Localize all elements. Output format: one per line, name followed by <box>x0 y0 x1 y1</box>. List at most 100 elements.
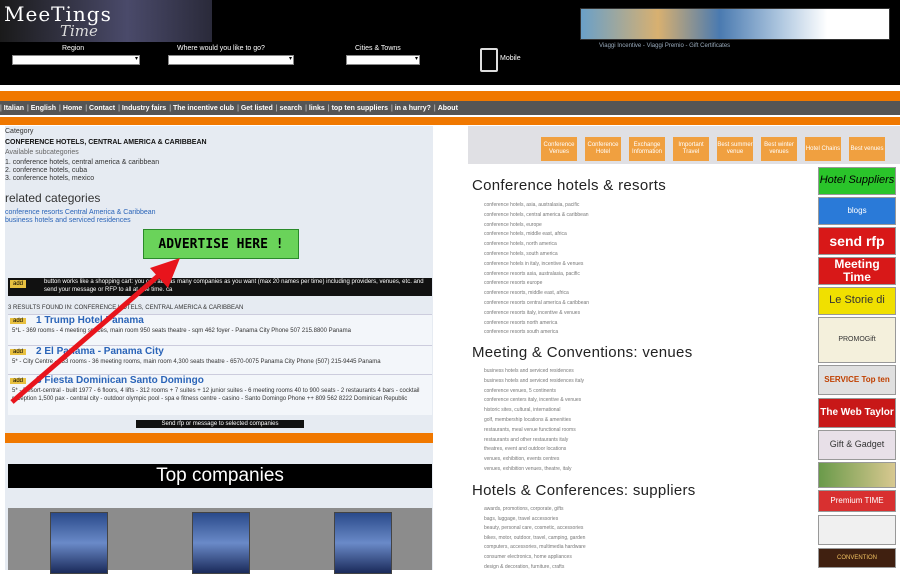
category-list-link[interactable]: theatres, event and outdoor locations <box>484 446 566 452</box>
related-link[interactable]: conference resorts Central America & Car… <box>5 209 156 216</box>
nav-item[interactable]: in a hurry? <box>391 105 431 112</box>
orange-divider <box>0 91 900 101</box>
sidebar-ad-image[interactable] <box>818 515 896 545</box>
category-list-link[interactable]: conference hotels, central america & car… <box>484 212 589 218</box>
sidebar-ad-banner[interactable]: Premium TIME <box>818 490 896 512</box>
add-to-cart-button[interactable]: add <box>10 378 27 384</box>
mobile-link[interactable]: Mobile <box>500 55 521 62</box>
company-thumbnail[interactable] <box>192 512 250 574</box>
category-list-link[interactable]: conference resorts central america & car… <box>484 300 589 306</box>
category-list-link[interactable]: conference centers italy, incentive & ve… <box>484 397 581 403</box>
category-list-link[interactable]: business hotels and serviced residences … <box>484 378 584 384</box>
company-thumbnail[interactable] <box>50 512 108 574</box>
sidebar-ad-banner[interactable]: SERVICE Top ten <box>818 365 896 395</box>
sidebar-ad-banner[interactable]: Le Storie di <box>818 287 896 315</box>
result-title-link[interactable]: 1 Trump Hotel Panama <box>36 315 144 326</box>
result-description: 5* - Resort-central - built 1977 - 6 flo… <box>12 388 420 402</box>
nav-item[interactable]: Get listed <box>237 105 273 112</box>
send-rfp-button[interactable]: Send rfp or message to selected companie… <box>136 420 304 428</box>
category-label: Category <box>5 128 34 135</box>
category-list-link[interactable]: golf, membership locations & amenities <box>484 417 571 423</box>
category-button[interactable]: Important Travel <box>673 137 709 161</box>
region-select[interactable] <box>12 55 140 65</box>
category-button[interactable]: Best summer venue <box>717 137 753 161</box>
destination-select[interactable] <box>168 55 294 65</box>
sidebar-ad-banner[interactable]: Gift & Gadget <box>818 430 896 460</box>
category-list-link[interactable]: conference hotels, north america <box>484 241 557 247</box>
category-title: CONFERENCE HOTELS, CENTRAL AMERICA & CAR… <box>5 139 207 146</box>
category-list-link[interactable]: conference resorts asia, australasia, pa… <box>484 271 580 277</box>
result-title-link[interactable]: 2 El Panama - Panama City <box>36 346 164 357</box>
nav-item[interactable]: The incentive club <box>169 105 234 112</box>
sidebar-ad-banner[interactable]: The Web Taylor <box>818 398 896 428</box>
category-list-link[interactable]: bikes, motor, outdoor, travel, camping, … <box>484 535 585 541</box>
sidebar-ad-banner[interactable]: CONVENTION <box>818 548 896 568</box>
nav-item[interactable]: Industry fairs <box>118 105 166 112</box>
sidebar-ad-banner[interactable]: blogs <box>818 197 896 225</box>
category-list-link[interactable]: awards, promotions, corporate, gifts <box>484 506 563 512</box>
category-list-link[interactable]: conference resorts south america <box>484 329 558 335</box>
top-banner-ad[interactable]: Viaggi Incentive - Viaggi Premio - Gift … <box>580 8 890 49</box>
category-list-link[interactable]: conference hotels, asia, australasia, pa… <box>484 202 579 208</box>
category-button[interactable]: Conference Venues <box>541 137 577 161</box>
category-list-link[interactable]: conference resorts, middle east, africa <box>484 290 569 296</box>
subcategory-link[interactable]: 1. conference hotels, central america & … <box>5 159 159 166</box>
cart-info-text: button works like a shopping cart: you c… <box>44 279 424 293</box>
category-button[interactable]: Best winter venues <box>761 137 797 161</box>
category-list-link[interactable]: computers, accessories, multimedia hardw… <box>484 544 586 550</box>
category-list-link[interactable]: bags, luggage, travel accessories <box>484 516 558 522</box>
sidebar-ad-banner[interactable]: Meeting Time <box>818 257 896 285</box>
category-list-link[interactable]: conference hotels, middle east, africa <box>484 231 567 237</box>
category-list-link[interactable]: historic sites, cultural, international <box>484 407 560 413</box>
section-heading: Meeting & Conventions: venues <box>472 344 693 361</box>
category-button[interactable]: Exchange Information <box>629 137 665 161</box>
company-thumbnail[interactable] <box>334 512 392 574</box>
category-list-link[interactable]: conference hotels, south america <box>484 251 558 257</box>
nav-item[interactable]: search <box>276 105 303 112</box>
cities-select[interactable] <box>346 55 420 65</box>
category-list-link[interactable]: business hotels and serviced residences <box>484 368 574 374</box>
nav-item[interactable]: Italian <box>0 105 24 112</box>
nav-item[interactable]: Contact <box>85 105 115 112</box>
sidebar-ad-image[interactable] <box>818 462 896 488</box>
category-list-link[interactable]: conference venues, 5 continents <box>484 388 556 394</box>
category-list-link[interactable]: restaurants, meal venue functional rooms <box>484 427 576 433</box>
result-title-link[interactable]: 3 Fiesta Dominican Santo Domingo <box>36 375 204 386</box>
category-button[interactable]: Best venues <box>849 137 885 161</box>
add-to-cart-button[interactable]: add <box>10 349 27 355</box>
mobile-phone-icon[interactable] <box>480 48 498 72</box>
category-button[interactable]: Hotel Chains <box>805 137 841 161</box>
category-list-link[interactable]: conference resorts north america <box>484 320 557 326</box>
category-list-link[interactable]: venues, exhibition venues, theatre, ital… <box>484 466 572 472</box>
category-list-link[interactable]: design & decoration, furniture, crafts <box>484 564 564 570</box>
main-nav: ItalianEnglishHomeContactIndustry fairsT… <box>0 101 900 115</box>
orange-divider <box>5 433 433 443</box>
add-badge: add <box>10 280 27 288</box>
nav-item[interactable]: top ten suppliers <box>328 105 388 112</box>
top-companies-gallery <box>8 508 432 574</box>
category-list-link[interactable]: venues, exhibition, events centres <box>484 456 559 462</box>
nav-item[interactable]: Home <box>59 105 82 112</box>
subcategory-link[interactable]: 2. conference hotels, cuba <box>5 167 87 174</box>
nav-item[interactable]: About <box>434 105 458 112</box>
site-logo[interactable]: MeeTings Time <box>0 0 212 42</box>
sidebar-ad-banner[interactable]: send rfp <box>818 227 896 255</box>
result-row: add 2 El Panama - Panama City 5* - City … <box>8 345 432 374</box>
category-list-link[interactable]: beauty, personal care, cosmetic, accesso… <box>484 525 583 531</box>
category-list-link[interactable]: conference hotels, europe <box>484 222 542 228</box>
add-to-cart-button[interactable]: add <box>10 318 27 324</box>
category-list-link[interactable]: conference resorts italy, incentive & ve… <box>484 310 580 316</box>
orange-divider <box>0 117 900 125</box>
category-list-link[interactable]: consumer electronics, home appliances <box>484 554 572 560</box>
advertise-here-button[interactable]: ADVERTISE HERE ! <box>143 229 299 259</box>
related-link[interactable]: business hotels and serviced residences <box>5 217 131 224</box>
subcategory-link[interactable]: 3. conference hotels, mexico <box>5 175 94 182</box>
category-button[interactable]: Conference Hotel <box>585 137 621 161</box>
category-list-link[interactable]: restaurants and other restaurants italy <box>484 437 568 443</box>
nav-item[interactable]: English <box>27 105 56 112</box>
sidebar-ad-banner[interactable]: Hotel Suppliers <box>818 167 896 195</box>
category-list-link[interactable]: conference hotels in italy, incentive & … <box>484 261 583 267</box>
category-list-link[interactable]: conference resorts europe <box>484 280 542 286</box>
nav-item[interactable]: links <box>305 105 325 112</box>
sidebar-ad-banner[interactable]: PROMOGift <box>818 317 896 363</box>
